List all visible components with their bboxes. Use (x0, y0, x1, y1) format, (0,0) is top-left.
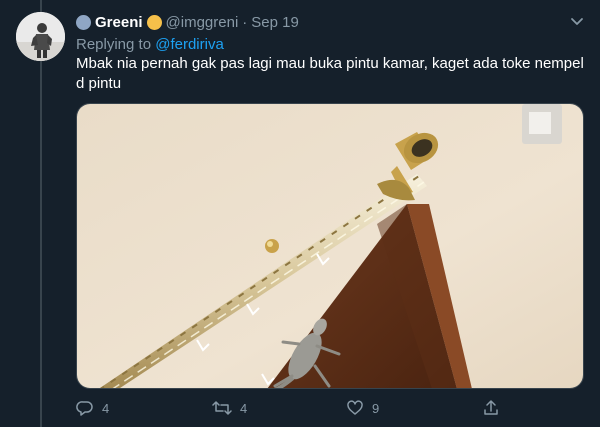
handle[interactable]: @imggreni (166, 14, 239, 31)
thread-line (40, 0, 42, 427)
like-button[interactable]: 9 (346, 399, 379, 417)
dot-separator: · (242, 13, 248, 31)
tweet-date[interactable]: Sep 19 (251, 14, 299, 31)
share-icon (484, 400, 498, 415)
retweet-count: 4 (240, 400, 248, 416)
more-options-button[interactable] (568, 12, 586, 30)
reply-button[interactable]: 4 (76, 399, 109, 417)
like-count: 9 (372, 400, 380, 416)
display-name[interactable]: Greeni (95, 14, 143, 31)
avatar[interactable] (16, 12, 65, 61)
tweet-photo[interactable] (76, 103, 584, 389)
reply-icon (76, 401, 93, 416)
blue-circle-emoji-icon (76, 14, 91, 30)
photo-gecko-on-door-frame (77, 104, 583, 388)
tweet[interactable]: Greeni @imggreni · Sep 19 Replying to @f… (0, 0, 600, 427)
replying-to: Replying to @ferdiriva (76, 36, 224, 53)
replying-prefix: Replying to (76, 36, 152, 53)
replying-to-link[interactable]: @ferdiriva (155, 36, 224, 53)
yellow-circle-emoji-icon (146, 14, 162, 30)
chevron-down-icon (571, 18, 583, 25)
retweet-button[interactable]: 4 (212, 399, 247, 417)
share-button[interactable] (482, 399, 500, 417)
heart-icon (347, 400, 363, 415)
tweet-header: Greeni @imggreni · Sep 19 (76, 12, 299, 32)
tweet-actions: 4 4 9 (76, 399, 506, 419)
reply-count: 4 (102, 400, 110, 416)
tweet-text: Mbak nia pernah gak pas lagi mau buka pi… (76, 55, 584, 92)
retweet-icon (212, 401, 232, 415)
avatar-image (16, 12, 65, 61)
